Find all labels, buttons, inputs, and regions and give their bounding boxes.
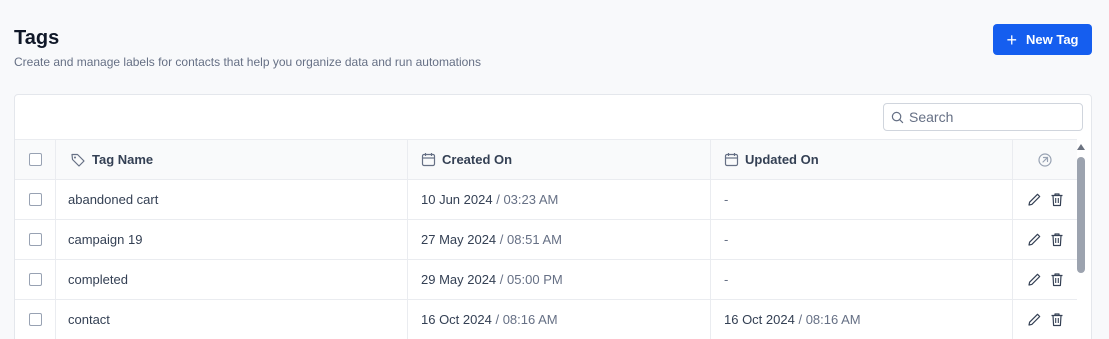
tag-icon xyxy=(70,152,86,168)
trash-icon[interactable] xyxy=(1050,312,1064,327)
created-date: 10 Jun 2024 xyxy=(421,192,493,207)
updated-value: - xyxy=(724,192,729,207)
updated-date: 16 Oct 2024 xyxy=(724,312,795,327)
tag-name: contact xyxy=(68,312,110,327)
pencil-icon[interactable] xyxy=(1027,312,1042,327)
page-title: Tags xyxy=(14,27,60,49)
pencil-icon[interactable] xyxy=(1027,192,1042,207)
calendar-icon xyxy=(724,152,739,167)
columns-settings-icon[interactable] xyxy=(1037,152,1053,168)
column-header-updated-on[interactable]: Updated On xyxy=(710,140,1012,179)
created-date: 16 Oct 2024 xyxy=(421,312,492,327)
column-header-created-on[interactable]: Created On xyxy=(407,140,710,179)
pencil-icon[interactable] xyxy=(1027,272,1042,287)
table-row[interactable]: abandoned cart 10 Jun 2024 / 03:23 AM - xyxy=(15,180,1077,220)
new-tag-button-label: New Tag xyxy=(1026,32,1079,47)
column-settings-cell xyxy=(1012,140,1077,179)
updated-value: - xyxy=(724,272,729,287)
search-box[interactable] xyxy=(883,103,1083,131)
updated-time: 08:16 AM xyxy=(805,312,861,327)
row-checkbox[interactable] xyxy=(28,273,42,286)
calendar-icon xyxy=(421,152,436,167)
created-date: 27 May 2024 xyxy=(421,232,497,247)
column-header-created-on-label: Created On xyxy=(442,152,513,167)
updated-value: - xyxy=(724,232,729,247)
new-tag-button[interactable]: + New Tag xyxy=(993,24,1092,55)
tag-name: campaign 19 xyxy=(68,232,143,247)
scroll-up-arrow-icon[interactable] xyxy=(1077,144,1085,150)
column-header-updated-on-label: Updated On xyxy=(745,152,819,167)
table-row[interactable]: contact 16 Oct 2024 / 08:16 AM 16 Oct 20… xyxy=(15,300,1077,339)
table-header: Tag Name Created On Updated On xyxy=(15,139,1077,180)
table-row[interactable]: campaign 19 27 May 2024 / 08:51 AM - xyxy=(15,220,1077,260)
created-time: 08:16 AM xyxy=(502,312,558,327)
trash-icon[interactable] xyxy=(1050,192,1064,207)
row-checkbox[interactable] xyxy=(28,193,42,206)
scrollbar-thumb[interactable] xyxy=(1077,157,1085,273)
created-time: 03:23 AM xyxy=(503,192,559,207)
tags-table-card: Tag Name Created On Updated On abandoned… xyxy=(14,94,1092,339)
search-input[interactable] xyxy=(909,109,1069,125)
row-checkbox[interactable] xyxy=(28,313,42,326)
created-time: 05:00 PM xyxy=(507,272,563,287)
column-header-tag-name[interactable]: Tag Name xyxy=(55,140,407,179)
row-checkbox[interactable] xyxy=(28,233,42,246)
vertical-scrollbar[interactable] xyxy=(1076,140,1086,339)
tag-name: completed xyxy=(68,272,128,287)
page-subtitle: Create and manage labels for contacts th… xyxy=(14,55,481,69)
tag-name: abandoned cart xyxy=(68,192,159,207)
created-time: 08:51 AM xyxy=(507,232,562,247)
pencil-icon[interactable] xyxy=(1027,232,1042,247)
created-date: 29 May 2024 xyxy=(421,272,497,287)
trash-icon[interactable] xyxy=(1050,232,1064,247)
select-all-checkbox[interactable] xyxy=(28,153,42,166)
search-icon xyxy=(891,111,904,124)
trash-icon[interactable] xyxy=(1050,272,1064,287)
plus-icon: + xyxy=(1006,29,1017,50)
table-row[interactable]: completed 29 May 2024 / 05:00 PM - xyxy=(15,260,1077,300)
column-header-tag-name-label: Tag Name xyxy=(92,152,154,167)
